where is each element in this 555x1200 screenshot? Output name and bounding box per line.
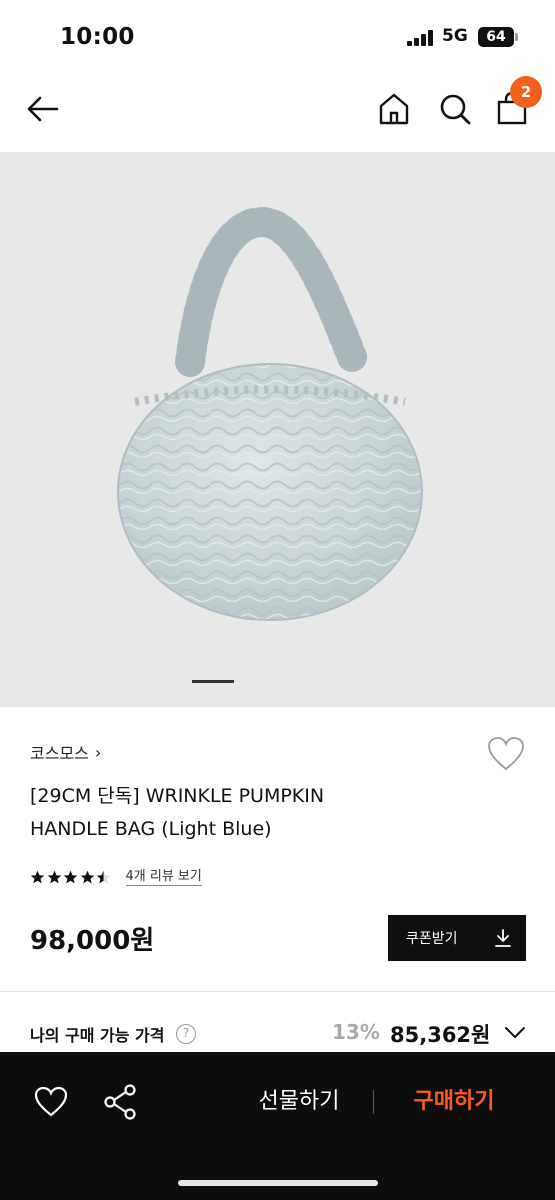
my-price-label: 나의 구매 가능 가격 bbox=[30, 1026, 165, 1045]
cart-badge: 2 bbox=[510, 76, 542, 108]
product-title-line-1: [29CM 단독] WRINKLE PUMPKIN bbox=[30, 785, 325, 807]
star-icon bbox=[63, 870, 78, 883]
review-link[interactable]: 4개 리뷰 보기 bbox=[125, 868, 202, 886]
coupon-button[interactable]: 쿠폰받기 bbox=[388, 915, 526, 961]
star-icon bbox=[96, 870, 111, 883]
discount-rate: 13% bbox=[332, 1020, 380, 1044]
my-price-row[interactable]: 나의 구매 가능 가격 ? 13% 85,362원 bbox=[30, 1018, 525, 1052]
coupon-button-label: 쿠폰받기 bbox=[406, 931, 458, 947]
chevron-right-icon: › bbox=[94, 742, 102, 762]
product-image[interactable] bbox=[0, 152, 555, 707]
home-icon[interactable] bbox=[377, 92, 411, 126]
star-rating bbox=[30, 870, 113, 885]
my-price-value: 85,362원 bbox=[390, 1023, 491, 1047]
search-icon[interactable] bbox=[438, 92, 472, 126]
share-icon[interactable] bbox=[103, 1084, 137, 1120]
brand-link[interactable]: 코스모스 › bbox=[30, 740, 101, 764]
brand-name: 코스모스 bbox=[30, 744, 89, 763]
gift-button[interactable]: 선물하기 bbox=[244, 1082, 354, 1122]
back-arrow-icon[interactable] bbox=[26, 92, 60, 126]
product-title: [29CM 단독] WRINKLE PUMPKIN HANDLE BAG (Li… bbox=[30, 780, 450, 846]
battery-tip bbox=[515, 33, 518, 41]
bag-illustration bbox=[117, 206, 423, 683]
product-title-line-2: HANDLE BAG (Light Blue) bbox=[30, 818, 272, 840]
star-icon bbox=[47, 870, 61, 883]
help-icon[interactable]: ? bbox=[176, 1024, 196, 1044]
star-icon bbox=[80, 870, 94, 883]
product-price: 98,000원 bbox=[30, 926, 155, 956]
buy-button[interactable]: 구매하기 bbox=[398, 1082, 510, 1122]
signal-icon bbox=[407, 30, 433, 46]
battery-icon: 64 bbox=[478, 27, 514, 47]
section-divider bbox=[0, 991, 555, 992]
download-icon bbox=[495, 929, 511, 947]
star-icon bbox=[30, 870, 45, 883]
status-bar: 10:00 5G 64 bbox=[0, 0, 555, 72]
heart-icon[interactable] bbox=[34, 1086, 68, 1118]
status-time: 10:00 bbox=[60, 24, 135, 50]
bottom-bar-separator bbox=[373, 1090, 374, 1114]
bottom-action-bar: 선물하기 구매하기 bbox=[0, 1052, 555, 1200]
chevron-down-icon[interactable] bbox=[504, 1024, 526, 1040]
wishlist-heart-icon[interactable] bbox=[487, 736, 525, 772]
nav-bar: 2 bbox=[0, 72, 555, 152]
rating-row: 4개 리뷰 보기 bbox=[30, 868, 202, 886]
home-indicator bbox=[178, 1180, 378, 1186]
network-label: 5G bbox=[442, 26, 468, 46]
